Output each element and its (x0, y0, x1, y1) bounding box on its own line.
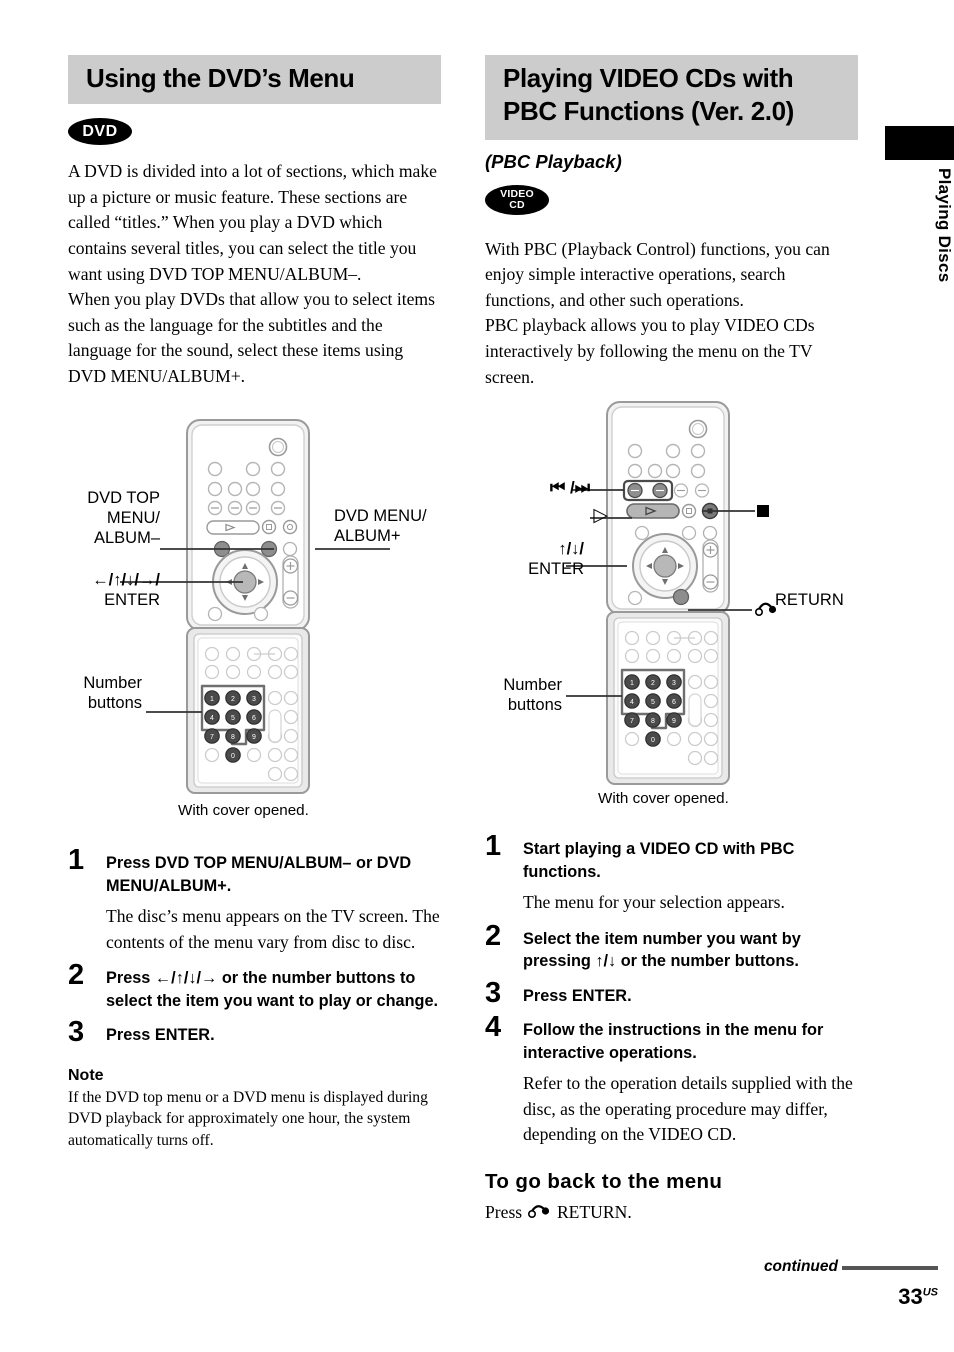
label-play-button: ▷ (593, 505, 608, 526)
label-enter-right-line2: ENTER (528, 560, 584, 578)
label-number-left-line1: Number (83, 674, 142, 692)
video-cd-badge-line2: CD (509, 199, 525, 212)
label-dvd-top-menu-line2: MENU/ (106, 509, 160, 527)
step-number: 2 (68, 959, 85, 992)
left-column: Using the DVD’s Menu DVD A DVD is divide… (68, 55, 441, 390)
label-arrows-line1: ←/↑/↓/→/ (92, 571, 160, 589)
label-number-right-line2: buttons (507, 696, 562, 714)
return-glyph-inline (527, 1201, 552, 1227)
right-diagram-caption: With cover opened. (598, 790, 729, 807)
left-intro-paragraph-1: A DVD is divided into a lot of sections,… (68, 161, 437, 284)
step-number: 1 (68, 844, 85, 876)
label-arrows-line2: ENTER (104, 591, 160, 609)
note-body: If the DVD top menu or a DVD menu is dis… (68, 1088, 428, 1149)
label-dvd-menu-line2: ALBUM+ (334, 527, 401, 545)
left-steps-block: 1 Press DVD TOP MENU/ALBUM– or DVD MENU/… (68, 840, 441, 1151)
step-title: Follow the instructions in the menu for … (523, 1021, 824, 1062)
go-back-prefix: Press (485, 1201, 527, 1222)
left-diagram-caption: With cover opened. (178, 802, 309, 819)
step-title: Press ENTER. (106, 1026, 215, 1045)
right-intro-text: With PBC (Playback Control) functions, y… (485, 237, 858, 391)
label-number-left-line2: buttons (87, 694, 142, 712)
go-back-body: Press RETURN. (485, 1200, 858, 1227)
step: 4 Follow the instructions in the menu fo… (485, 1013, 858, 1148)
footer-rule (842, 1266, 938, 1270)
label-number-buttons-right: Number buttons (482, 675, 562, 715)
label-dvd-menu-album-plus: DVD MENU/ ALBUM+ (334, 506, 427, 546)
label-enter-right-line1: ↑/↓/ (558, 540, 584, 558)
label-enter-right: ↑/↓/ ENTER (480, 539, 584, 579)
go-back-heading: To go back to the menu (485, 1169, 723, 1193)
go-back-suffix: RETURN. (552, 1201, 632, 1222)
page-number-suffix: US (922, 1286, 938, 1299)
left-intro-paragraph-2: When you play DVDs that allow you to sel… (68, 289, 435, 387)
left-section-header: Using the DVD’s Menu (68, 55, 441, 105)
right-subtitle: (PBC Playback) (485, 150, 622, 172)
step-title: Press DVD TOP MENU/ALBUM– or DVD MENU/AL… (106, 854, 412, 895)
step-description: Refer to the operation details supplied … (523, 1073, 853, 1145)
label-arrows-enter-left: ←/↑/↓/→/ ENTER (50, 570, 160, 610)
right-section-header-line2: PBC Functions (Ver. 2.0) (503, 96, 794, 127)
step-number: 3 (485, 976, 502, 1009)
return-glyph (754, 602, 777, 617)
step: 1 Press DVD TOP MENU/ALBUM– or DVD MENU/… (68, 846, 441, 955)
right-section-header-line1: Playing VIDEO CDs with (503, 63, 794, 93)
step-description: The menu for your selection appears. (523, 892, 785, 912)
right-section-header: Playing VIDEO CDs with PBC Functions (Ve… (485, 55, 858, 140)
step-title: Start playing a VIDEO CD with PBC functi… (523, 840, 795, 881)
right-steps: 1 Start playing a VIDEO CD with PBC func… (485, 832, 858, 1148)
step-number: 4 (485, 1011, 502, 1044)
step: 3 Press ENTER. (68, 1018, 441, 1047)
step-title: Press ENTER. (523, 986, 632, 1005)
video-cd-badge: VIDEO CD (485, 184, 549, 215)
side-tab-marker (885, 126, 954, 160)
step-title: Select the item number you want by press… (523, 929, 801, 971)
step-description: The disc’s menu appears on the TV screen… (106, 906, 440, 952)
step-number: 3 (68, 1016, 85, 1049)
page-number-value: 33 (898, 1284, 923, 1309)
step: 3 Press ENTER. (485, 978, 858, 1007)
step-number: 2 (485, 919, 502, 952)
label-number-buttons-left: Number buttons (62, 673, 142, 713)
step-title: Press ←/↑/↓/→ or the number buttons to s… (106, 969, 439, 1010)
right-column: Playing VIDEO CDs with PBC Functions (Ve… (485, 55, 858, 390)
label-dvd-top-menu-line3: ALBUM– (93, 529, 160, 547)
manual-page: Using the DVD’s Menu DVD A DVD is divide… (0, 0, 954, 1352)
right-intro-paragraph-1: With PBC (Playback Control) functions, y… (485, 238, 830, 310)
label-return-button: RETURN (775, 591, 844, 609)
label-dvd-top-menu: DVD TOP MENU/ ALBUM– (60, 488, 160, 548)
step-number: 1 (485, 830, 502, 862)
page-number: 33US (898, 1284, 938, 1310)
label-number-right-line1: Number (503, 676, 562, 694)
left-intro-text: A DVD is divided into a lot of sections,… (68, 159, 441, 389)
dvd-badge: DVD (68, 118, 132, 146)
step: 2 Press ←/↑/↓/→ or the number buttons to… (68, 961, 441, 1012)
left-steps: 1 Press DVD TOP MENU/ALBUM– or DVD MENU/… (68, 846, 441, 1047)
continued-label: continued (763, 1258, 838, 1275)
label-dvd-menu-line1: DVD MENU/ (334, 507, 427, 525)
right-steps-block: 1 Start playing a VIDEO CD with PBC func… (485, 826, 858, 1227)
label-skip-buttons: ⏮ /⏭ (549, 478, 590, 497)
label-dvd-top-menu-line1: DVD TOP (87, 489, 160, 507)
note-heading: Note (68, 1066, 104, 1084)
side-tab-label: Playing Discs (935, 168, 954, 283)
step: 2 Select the item number you want by pre… (485, 921, 858, 973)
step: 1 Start playing a VIDEO CD with PBC func… (485, 832, 858, 916)
right-intro-paragraph-2: PBC playback allows you to play VIDEO CD… (485, 315, 815, 387)
